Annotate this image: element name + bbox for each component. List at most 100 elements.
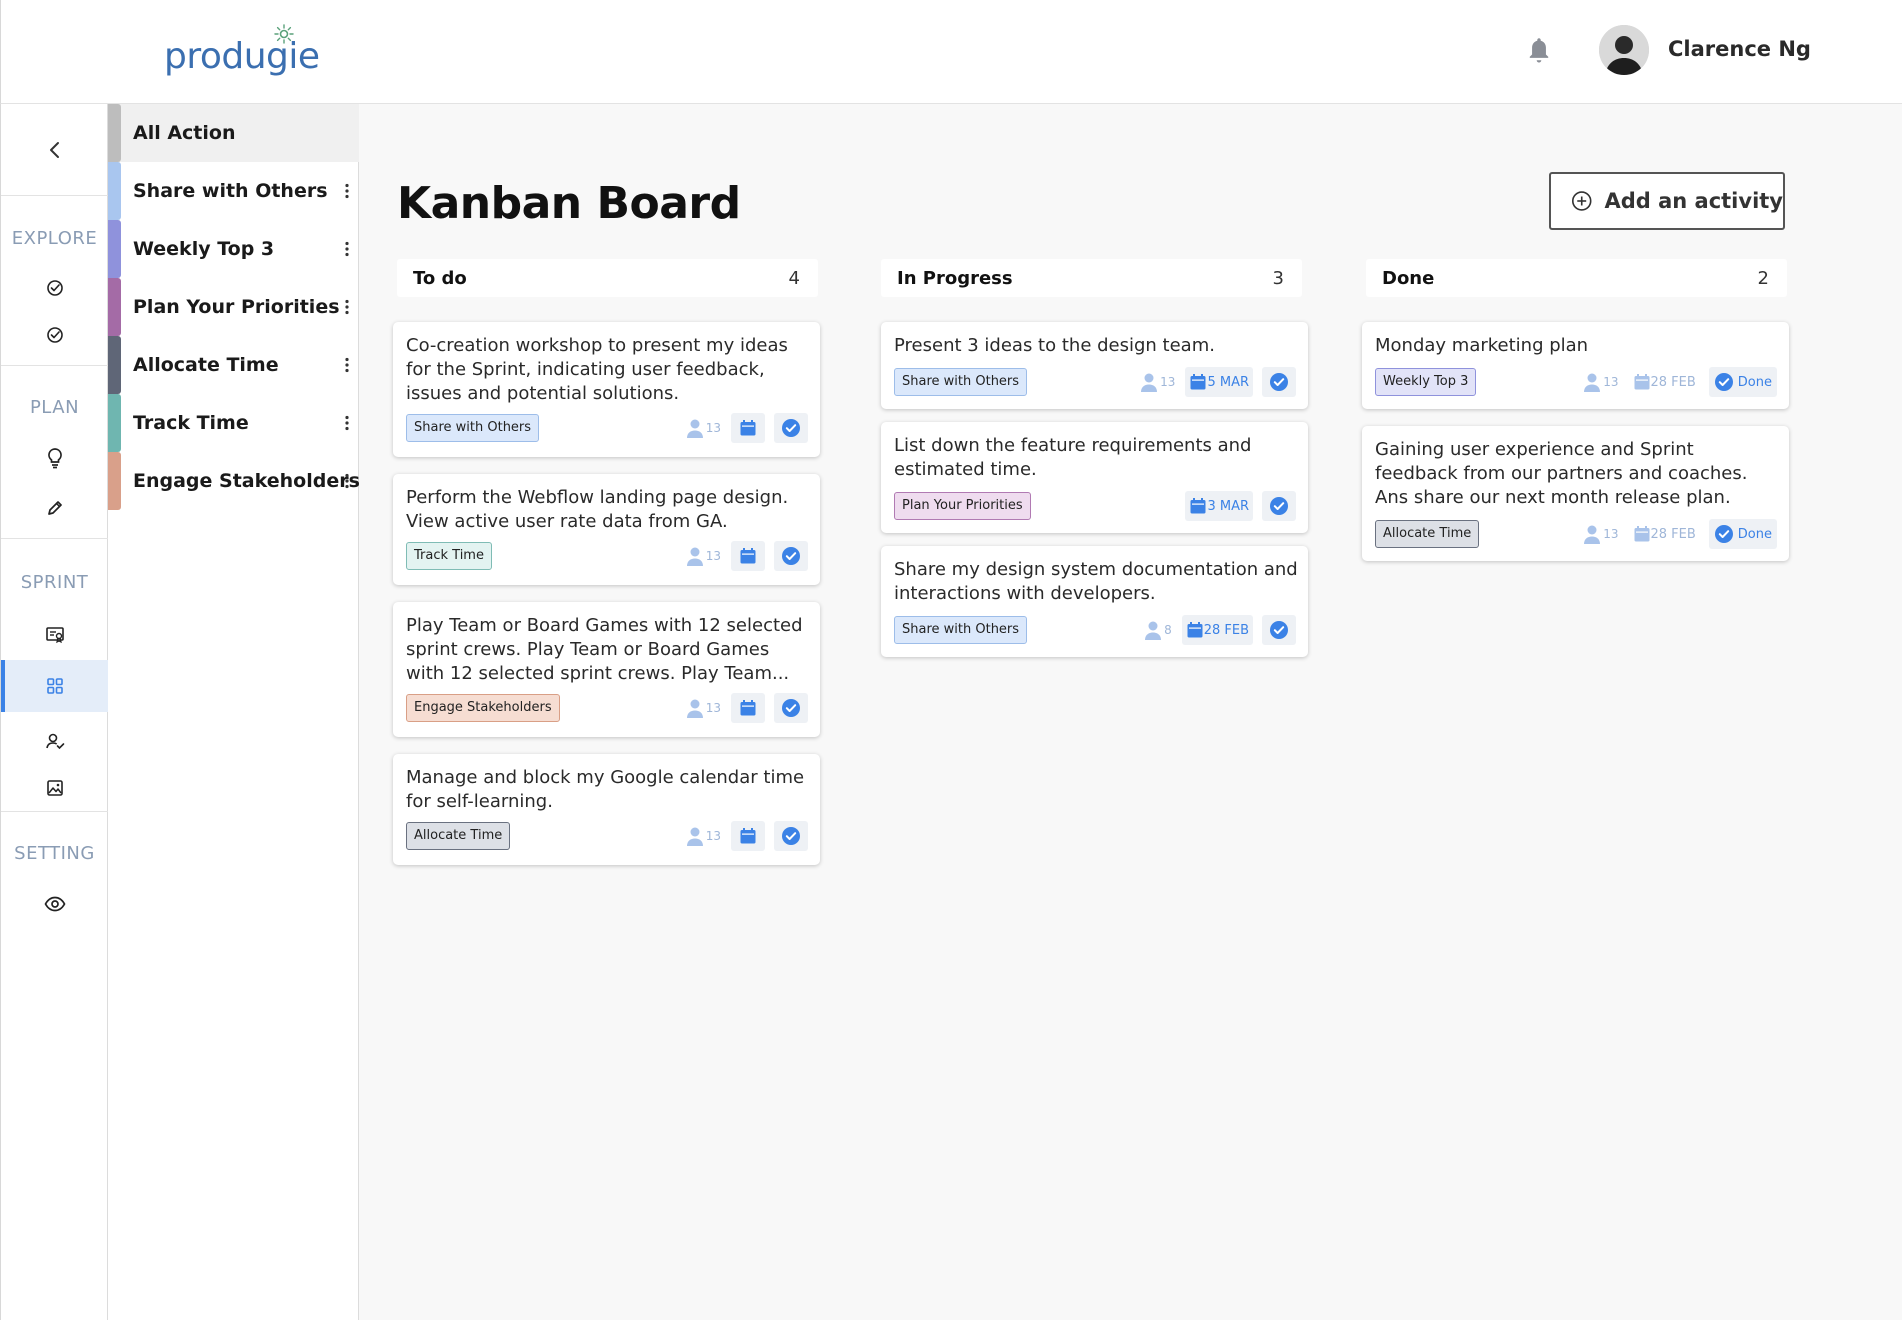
card-tag[interactable]: Plan Your Priorities [894, 492, 1031, 520]
kanban-card[interactable]: Co-creation workshop to present my ideas… [393, 322, 820, 457]
certificate-icon[interactable] [1, 612, 108, 658]
check-circle-icon[interactable] [1, 265, 108, 311]
category-label: Plan Your Priorities [133, 296, 340, 318]
kanban-card[interactable]: Monday marketing plan Weekly Top 3 13 28… [1362, 322, 1789, 409]
more-vertical-icon[interactable] [339, 180, 355, 202]
kanban-card[interactable]: Perform the Webflow landing page design.… [393, 474, 820, 585]
people-count: 13 [1140, 372, 1175, 392]
collapse-button[interactable] [1, 104, 108, 196]
rail-label-plan: PLAN [29, 397, 80, 418]
due-date: 5 MAR [1207, 374, 1249, 390]
kanban-card[interactable]: Play Team or Board Games with 12 selecte… [393, 602, 820, 737]
image-icon[interactable] [1, 765, 108, 811]
complete-button[interactable] [1262, 491, 1296, 521]
category-engage-stakeholders[interactable]: Engage Stakeholders [108, 452, 360, 510]
calendar-icon [740, 700, 756, 716]
more-vertical-icon[interactable] [339, 412, 355, 434]
people-count: 13 [686, 418, 721, 438]
person-icon [1584, 525, 1601, 544]
card-description: Play Team or Board Games with 12 selecte… [406, 615, 803, 684]
kanban-card[interactable]: Share my design system documentation and… [881, 546, 1308, 657]
date-button[interactable] [731, 821, 765, 851]
check-circle-icon [1270, 373, 1288, 391]
card-description: Monday marketing plan [1375, 335, 1589, 356]
check-circle-icon [782, 419, 800, 437]
card-description: Perform the Webflow landing page design.… [406, 487, 789, 532]
calendar-icon [740, 828, 756, 844]
card-tag[interactable]: Weekly Top 3 [1375, 368, 1477, 396]
category-color-bar [108, 220, 121, 278]
rail-section-setting: SETTING [1, 813, 108, 1320]
date-button[interactable] [731, 693, 765, 723]
card-tag[interactable]: Share with Others [894, 616, 1028, 644]
pencil-icon[interactable] [1, 485, 108, 531]
complete-button[interactable] [1262, 367, 1296, 397]
check-circle-icon [782, 547, 800, 565]
category-track-time[interactable]: Track Time [108, 394, 359, 452]
date-button[interactable]: 28 FEB [1181, 615, 1253, 645]
user-name[interactable]: Clarence Ng [1668, 37, 1811, 61]
complete-button[interactable] [1262, 615, 1296, 645]
due-date: 28 FEB [1650, 526, 1696, 542]
add-activity-button[interactable]: Add an activity [1549, 172, 1785, 230]
kanban-card[interactable]: Present 3 ideas to the design team. Shar… [881, 322, 1308, 409]
more-vertical-icon[interactable] [339, 470, 355, 492]
calendar-icon [1634, 526, 1649, 542]
card-meta: 13 [686, 692, 808, 724]
kanban-card[interactable]: Gaining user experience and Sprint feedb… [1362, 426, 1789, 561]
people-number: 13 [1603, 527, 1619, 541]
icon-rail: EXPLORE PLAN SPRINT SETTING [0, 104, 108, 1320]
avatar[interactable] [1599, 25, 1649, 75]
card-meta: 13 [686, 412, 808, 444]
more-vertical-icon[interactable] [339, 354, 355, 376]
more-vertical-icon[interactable] [339, 296, 355, 318]
check-circle-icon[interactable] [1, 312, 108, 358]
card-description: Present 3 ideas to the design team. [894, 335, 1215, 356]
category-all-action[interactable]: All Action [108, 104, 359, 162]
chevron-left-icon [49, 141, 59, 158]
bell-icon[interactable] [1525, 36, 1553, 70]
check-circle-icon [1714, 525, 1733, 543]
more-vertical-icon[interactable] [339, 238, 355, 260]
complete-button[interactable] [774, 693, 808, 723]
card-tag[interactable]: Share with Others [894, 368, 1028, 396]
category-share-with-others[interactable]: Share with Others [108, 162, 359, 220]
complete-button[interactable] [774, 821, 808, 851]
check-circle-icon [1270, 497, 1288, 515]
category-weekly-top-3[interactable]: Weekly Top 3 [108, 220, 359, 278]
done-status-button[interactable]: Done [1708, 367, 1777, 397]
category-allocate-time[interactable]: Allocate Time [108, 336, 359, 394]
date-button[interactable]: 3 MAR [1185, 491, 1253, 521]
people-count: 8 [1144, 620, 1172, 640]
kanban-card[interactable]: Manage and block my Google calendar time… [393, 754, 820, 865]
category-plan-your-priorities[interactable]: Plan Your Priorities [108, 278, 359, 336]
category-color-bar [108, 104, 121, 162]
kanban-grid-icon[interactable] [1, 660, 108, 712]
kanban-card[interactable]: List down the feature requirements and e… [881, 422, 1308, 533]
card-tag[interactable]: Allocate Time [1375, 520, 1480, 548]
done-status-button[interactable]: Done [1708, 519, 1777, 549]
card-tag[interactable]: Engage Stakeholders [406, 694, 560, 722]
eye-icon[interactable] [1, 881, 108, 927]
user-check-icon[interactable] [1, 718, 108, 764]
date-button[interactable]: 5 MAR [1185, 367, 1253, 397]
people-number: 13 [1603, 375, 1619, 389]
date-button[interactable] [731, 541, 765, 571]
person-icon [1584, 373, 1601, 392]
date-button[interactable]: 28 FEB [1628, 519, 1700, 549]
card-tag[interactable]: Share with Others [406, 414, 540, 442]
rail-section-explore: EXPLORE [1, 196, 108, 366]
date-button[interactable] [731, 413, 765, 443]
card-tag[interactable]: Track Time [406, 542, 492, 570]
card-tag[interactable]: Allocate Time [406, 822, 511, 850]
check-circle-icon [782, 699, 800, 717]
date-button[interactable]: 28 FEB [1628, 367, 1700, 397]
calendar-icon [740, 420, 756, 436]
lightbulb-icon[interactable] [1, 435, 108, 481]
people-count: 13 [686, 698, 721, 718]
complete-button[interactable] [774, 541, 808, 571]
card-description: Share my design system documentation and… [894, 559, 1298, 604]
rail-label-setting: SETTING [14, 843, 95, 864]
complete-button[interactable] [774, 413, 808, 443]
rail-label-sprint: SPRINT [20, 572, 89, 593]
